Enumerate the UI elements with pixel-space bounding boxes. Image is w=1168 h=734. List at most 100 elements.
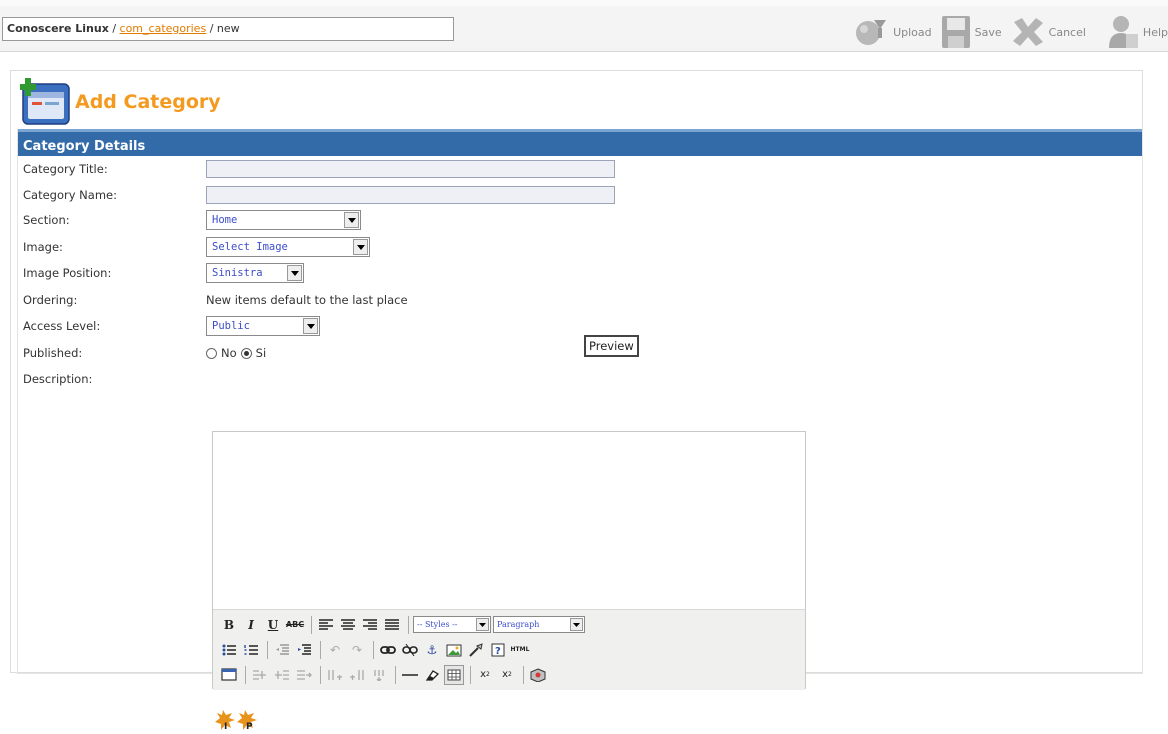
help-label: Help: [1142, 25, 1168, 39]
image-position-select[interactable]: Sinistra: [206, 263, 304, 283]
insert-table-icon[interactable]: [219, 665, 239, 685]
delete-col-icon[interactable]: [369, 665, 389, 685]
editor-plugin-icons: I P: [214, 709, 258, 734]
chevron-down-icon: [303, 318, 318, 334]
row-section: Section: Home: [23, 209, 361, 231]
upload-label: Upload: [893, 25, 932, 39]
upload-button[interactable]: Upload: [852, 16, 932, 48]
indent-icon[interactable]: [294, 640, 314, 660]
strikethrough-icon[interactable]: ABC: [285, 615, 305, 635]
format-select-value: Paragraph: [497, 620, 540, 629]
row-published: Published: No Si: [23, 342, 270, 364]
breadcrumb: Conoscere Linux / com_categories / new: [2, 17, 454, 41]
upload-icon: [856, 20, 887, 45]
align-justify-icon[interactable]: [382, 615, 402, 635]
unlink-icon[interactable]: [400, 640, 420, 660]
subscript-icon[interactable]: x2: [475, 665, 495, 685]
breadcrumb-component-link[interactable]: com_categories: [120, 22, 207, 35]
styles-select-value: -- Styles --: [417, 620, 458, 629]
ordering-label: Ordering:: [23, 293, 78, 307]
toolbar-separator: [470, 665, 471, 684]
anchor-icon[interactable]: ⚓: [422, 640, 442, 660]
align-center-icon[interactable]: [338, 615, 358, 635]
row-ordering: Ordering: New items default to the last …: [23, 289, 408, 311]
help-question-icon[interactable]: ?: [488, 640, 508, 660]
published-si-radio[interactable]: Si: [240, 346, 267, 360]
link-icon[interactable]: [378, 640, 398, 660]
save-button[interactable]: Save: [940, 14, 1002, 50]
image-select[interactable]: Select Image: [206, 237, 370, 257]
radio-on-icon: [240, 347, 252, 359]
ordering-value: New items default to the last place: [206, 293, 408, 307]
align-left-icon[interactable]: [316, 615, 336, 635]
col-after-icon[interactable]: [347, 665, 367, 685]
chevron-down-icon: [570, 618, 583, 631]
insert-image-plugin-icon[interactable]: I: [214, 709, 236, 734]
format-select[interactable]: Paragraph: [493, 616, 585, 633]
align-right-icon[interactable]: [360, 615, 380, 635]
access-level-label: Access Level:: [23, 319, 101, 333]
chevron-down-icon: [353, 239, 368, 255]
toolbar-separator: [373, 640, 374, 659]
bullet-list-icon[interactable]: [219, 640, 239, 660]
superscript-icon[interactable]: x2: [497, 665, 517, 685]
save-icon: [941, 16, 970, 48]
underline-icon[interactable]: U: [263, 615, 283, 635]
insert-image-icon[interactable]: [444, 640, 464, 660]
row-before-icon[interactable]: [250, 665, 270, 685]
category-name-label: Category Name:: [23, 188, 117, 202]
panel-header: Category Details: [18, 129, 1142, 156]
category-name-input[interactable]: [206, 186, 615, 204]
undo-icon[interactable]: ↶: [325, 640, 345, 660]
category-title-input[interactable]: [206, 160, 615, 178]
section-label: Section:: [23, 213, 70, 227]
cancel-button[interactable]: Cancel: [1010, 16, 1086, 48]
image-position-label: Image Position:: [23, 266, 112, 280]
published-label: Published:: [23, 346, 83, 360]
styles-select[interactable]: -- Styles --: [413, 616, 491, 633]
help-button[interactable]: Help: [1106, 14, 1168, 50]
svg-text:I: I: [224, 722, 227, 731]
special-char-icon[interactable]: [528, 665, 548, 685]
published-no-radio[interactable]: No: [206, 346, 237, 360]
category-title-label: Category Title:: [23, 162, 108, 176]
italic-icon[interactable]: I: [241, 615, 261, 635]
redo-icon[interactable]: ↷: [347, 640, 367, 660]
remove-format-icon[interactable]: [422, 665, 442, 685]
editor-toolbar: B I U ABC -- Styles -- Paragraph ↶ ↷ ⚓ ?…: [213, 610, 805, 690]
col-before-icon[interactable]: [325, 665, 345, 685]
access-level-select[interactable]: Public: [206, 316, 320, 336]
radio-off-icon: [206, 347, 217, 359]
preview-button[interactable]: Preview: [584, 335, 639, 357]
html-source-icon[interactable]: HTML: [510, 640, 530, 660]
published-si-label: Si: [255, 346, 267, 360]
pagebreak-plugin-icon[interactable]: P: [236, 709, 258, 734]
bold-icon[interactable]: B: [219, 615, 239, 635]
visual-aid-icon[interactable]: [444, 664, 464, 685]
help-icon: [1108, 16, 1138, 48]
section-select[interactable]: Home: [206, 210, 361, 230]
row-after-icon[interactable]: [272, 665, 292, 685]
access-level-value: Public: [212, 320, 250, 332]
breadcrumb-separator: /: [209, 22, 214, 35]
published-no-label: No: [221, 346, 237, 360]
editor-toolbar-row-3: x2 x2: [219, 662, 799, 687]
cleanup-icon[interactable]: [466, 640, 486, 660]
chevron-down-icon: [476, 618, 489, 631]
svg-text:?: ?: [495, 646, 501, 657]
image-label: Image:: [23, 240, 63, 254]
numbered-list-icon[interactable]: [241, 640, 261, 660]
page-heading: Add Category: [15, 76, 221, 126]
toolbar-separator: [320, 640, 321, 659]
row-category-title: Category Title:: [23, 158, 615, 180]
save-label: Save: [974, 25, 1002, 39]
description-editor: B I U ABC -- Styles -- Paragraph ↶ ↷ ⚓ ?…: [212, 431, 806, 690]
content-area: Add Category Category Details Category T…: [10, 70, 1143, 732]
toolbar-separator: [267, 640, 268, 659]
editor-text-area[interactable]: [213, 432, 805, 610]
row-description: Description:: [23, 368, 206, 390]
row-access-level: Access Level: Public: [23, 315, 320, 337]
horizontal-rule-icon[interactable]: [400, 665, 420, 685]
outdent-icon[interactable]: [272, 640, 292, 660]
delete-row-icon[interactable]: [294, 665, 314, 685]
